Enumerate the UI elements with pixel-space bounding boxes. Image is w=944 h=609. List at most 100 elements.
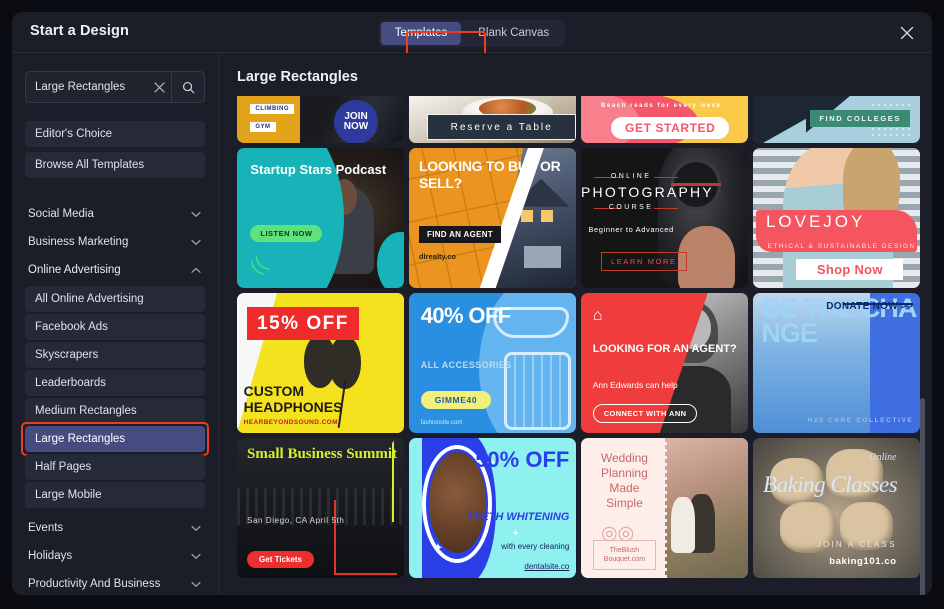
- card-title: PHOTOGRAPHY: [581, 184, 714, 201]
- sidebar-item-large-mobile[interactable]: Large Mobile: [25, 482, 205, 508]
- category-label: Holidays: [28, 550, 73, 562]
- card-brand: H20 CARE COLLECTIVE: [807, 416, 914, 424]
- template-card-startup-stars-podcast[interactable]: Startup Stars Podcast LISTEN NOW ((: [237, 148, 404, 288]
- gallery-scrollbar-thumb[interactable]: [920, 398, 925, 595]
- template-card-find-colleges[interactable]: FIND COLLEGES: [753, 96, 920, 143]
- card-title: Baking Classes: [763, 471, 898, 497]
- card-kicker: Beach reads for every week: [601, 102, 722, 109]
- card-title: Wedding Planning Made Simple: [600, 450, 648, 510]
- card-subtitle: COURSE: [608, 204, 654, 211]
- category-business-marketing[interactable]: Business Marketing: [25, 228, 205, 256]
- search-input[interactable]: [26, 72, 147, 102]
- template-card-40-off-accessories[interactable]: 40% OFF ALL ACCESSORIES GIMME40 fashions…: [409, 293, 576, 433]
- quick-link-browse-all-templates[interactable]: Browse All Templates: [25, 152, 205, 178]
- card-cta: LEARN MORE: [601, 251, 687, 271]
- sidebar-item-skyscrapers[interactable]: Skyscrapers: [25, 342, 205, 368]
- card-title: LOVEJOY: [765, 212, 866, 232]
- card-title: LOOKING FOR AN AGENT?: [592, 343, 737, 356]
- chevron-up-icon: [191, 267, 201, 274]
- card-title: LOOKING TO BUY OR SELL?: [419, 157, 561, 191]
- tab-blank-canvas[interactable]: Blank Canvas: [464, 22, 563, 45]
- card-url: HEARBEYONDSOUND.COM: [243, 419, 338, 426]
- card-badge: 40% OFF: [420, 303, 512, 329]
- category-holidays[interactable]: Holidays: [25, 542, 205, 570]
- category-label: Business Marketing: [28, 236, 129, 248]
- card-tag: GYM: [250, 122, 276, 133]
- card-url: baking101.co: [829, 555, 897, 567]
- card-subtitle: ETHICAL & SUSTAINABLE DESIGN: [767, 242, 916, 250]
- template-card-online-photography-course[interactable]: ONLINE PHOTOGRAPHY COURSE Beginner to Ad…: [581, 148, 748, 288]
- card-url: dlrealty.co: [419, 251, 456, 261]
- category-label: Social Media: [28, 208, 94, 220]
- sidebar-item-large-rectangles[interactable]: Large Rectangles: [21, 422, 209, 456]
- card-cta: Get Tickets: [247, 551, 314, 569]
- gallery-heading: Large Rectangles: [237, 69, 358, 85]
- close-icon[interactable]: [898, 24, 916, 42]
- card-subtitle: Ann Edwards can help: [592, 379, 678, 390]
- chevron-down-icon: [191, 553, 201, 560]
- search-bar: [25, 71, 205, 103]
- card-subtitle: San Diego, CA April 5th: [247, 516, 345, 526]
- category-label: Online Advertising: [28, 264, 121, 276]
- chevron-down-icon: [191, 239, 201, 246]
- template-card-reserve-a-table[interactable]: Reserve a Table: [409, 96, 576, 143]
- sidebar-item-leaderboards[interactable]: Leaderboards: [25, 370, 205, 396]
- card-kicker: Online: [869, 452, 897, 463]
- card-cta: FIND COLLEGES: [810, 110, 910, 128]
- sidebar-item-facebook-ads[interactable]: Facebook Ads: [25, 314, 205, 340]
- template-card-looking-to-buy-or-sell[interactable]: LOOKING TO BUY OR SELL? FIND AN AGENT dl…: [409, 148, 576, 288]
- card-kicker: ONLINE: [610, 173, 652, 181]
- category-social-media[interactable]: Social Media: [25, 200, 205, 228]
- card-cta: Shop Now: [796, 258, 904, 280]
- template-grid: CLIMBING GYM JOIN NOW Reserve a Table Be…: [237, 96, 927, 578]
- card-url: dentalsite.co: [524, 562, 570, 571]
- card-title: Startup Stars Podcast: [250, 162, 387, 177]
- template-card-small-business-summit[interactable]: Small Business Summit San Diego, CA Apri…: [237, 438, 404, 578]
- category-label: Productivity And Business: [28, 578, 161, 590]
- template-card-looking-for-an-agent[interactable]: ⌂ LOOKING FOR AN AGENT? Ann Edwards can …: [581, 293, 748, 433]
- quick-link-editors-choice[interactable]: Editor's Choice: [25, 121, 205, 147]
- category-events[interactable]: Events: [25, 514, 205, 542]
- tab-bar: Templates Blank Canvas: [378, 20, 566, 47]
- template-card-baking-classes[interactable]: Online Baking Classes JOIN A CLASS bakin…: [753, 438, 920, 578]
- card-cta: LISTEN NOW: [250, 225, 323, 242]
- chevron-down-icon: [191, 581, 201, 588]
- sidebar-item-all-online-advertising[interactable]: All Online Advertising: [25, 286, 205, 312]
- page-title: Start a Design: [30, 23, 129, 39]
- card-cta: FIND AN AGENT: [419, 226, 501, 244]
- category-list: Social Media Business Marketing Online A…: [21, 200, 209, 595]
- card-title: TEETH WHITENING: [467, 510, 570, 523]
- modal-body: Editor's Choice Browse All Templates Soc…: [12, 53, 932, 595]
- template-card-beach-reads[interactable]: Beach reads for every week GET STARTED: [581, 96, 748, 143]
- template-card-wedding-planning[interactable]: Wedding Planning Made Simple ◎◎ TheBlush…: [581, 438, 748, 578]
- template-card-custom-headphones[interactable]: 15% OFF CUSTOM HEADPHONES HEARBEYONDSOUN…: [237, 293, 404, 433]
- search-icon[interactable]: [171, 72, 204, 102]
- quick-links: Editor's Choice Browse All Templates: [25, 121, 205, 178]
- template-card-teeth-whitening[interactable]: ✦ ✦ ✦ 50% OFF TEETH WHITENING with every…: [409, 438, 576, 578]
- chevron-down-icon: [191, 211, 201, 218]
- card-cta: CONNECT WITH ANN: [592, 404, 698, 424]
- category-online-advertising[interactable]: Online Advertising: [25, 256, 205, 284]
- card-title: Small Business Summit: [247, 446, 398, 463]
- template-gallery: Large Rectangles CLIMBING GYM JOIN NOW R…: [219, 53, 932, 595]
- chevron-down-icon: [191, 525, 201, 532]
- card-badge: 50% OFF: [475, 447, 570, 473]
- clear-search-icon[interactable]: [147, 72, 171, 102]
- sidebar-item-medium-rectangles[interactable]: Medium Rectangles: [25, 398, 205, 424]
- card-cta: DONATE NOW >>: [826, 301, 914, 313]
- card-title: Reserve a Table: [450, 121, 553, 133]
- card-brand: TheBlush Bouquet.com: [592, 539, 657, 570]
- card-url: fashionsite.com: [420, 420, 463, 426]
- card-title: CUSTOM HEADPHONES: [243, 382, 343, 415]
- category-label: Events: [28, 522, 64, 534]
- online-advertising-subitems: All Online Advertising Facebook Ads Skys…: [21, 286, 209, 508]
- card-promo-code: GIMME40: [420, 391, 492, 409]
- template-card-lovejoy[interactable]: LOVEJOY ETHICAL & SUSTAINABLE DESIGN Sho…: [753, 148, 920, 288]
- category-productivity-and-business[interactable]: Productivity And Business: [25, 570, 205, 595]
- tab-templates[interactable]: Templates: [380, 22, 462, 45]
- card-subtitle: ALL ACCESSORIES: [420, 360, 512, 371]
- sidebar-item-half-pages[interactable]: Half Pages: [25, 454, 205, 480]
- template-card-climbing-gym[interactable]: CLIMBING GYM JOIN NOW: [237, 96, 404, 143]
- modal-header: Start a Design Templates Blank Canvas: [12, 12, 932, 57]
- template-card-be-the-change[interactable]: BE THE CHA NGE DONATE NOW >> H20 CARE CO…: [753, 293, 920, 433]
